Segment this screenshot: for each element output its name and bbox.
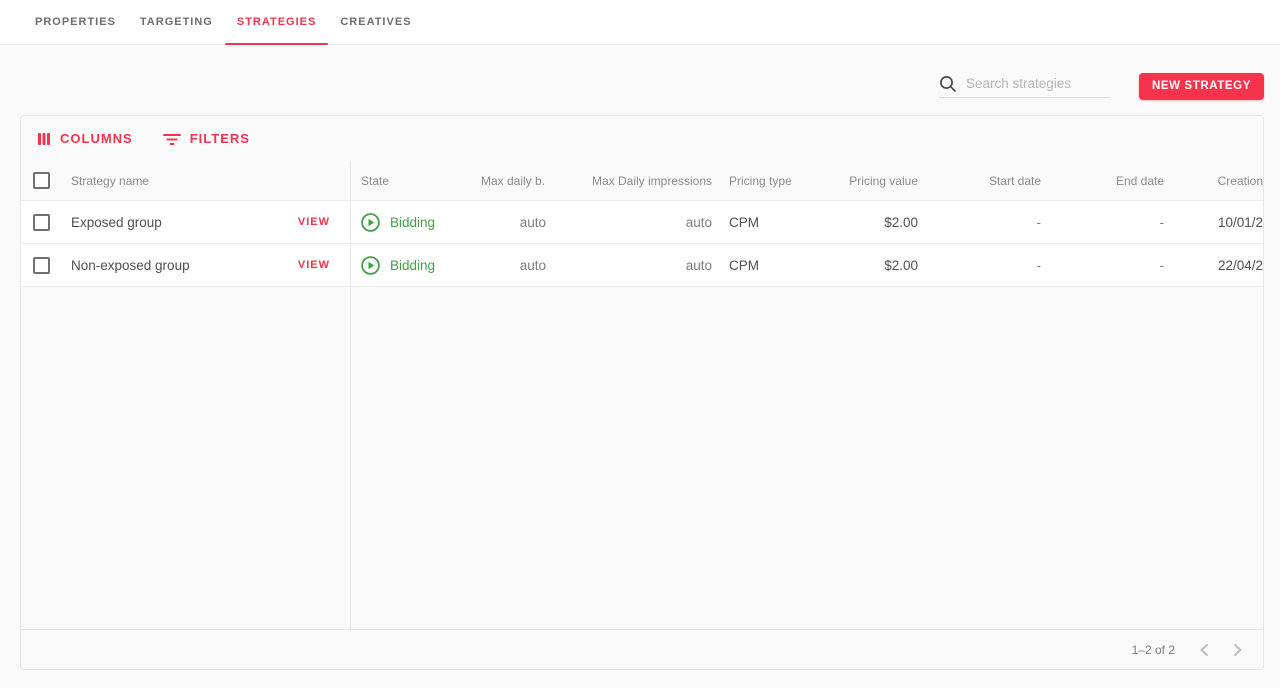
search-box[interactable] [939, 75, 1111, 98]
end-date-value: - [1041, 215, 1164, 230]
header-strategy-name[interactable]: Strategy name [71, 174, 350, 188]
tab-strategies[interactable]: STRATEGIES [225, 0, 328, 44]
top-tab-bar: PROPERTIES TARGETING STRATEGIES CREATIVE… [0, 0, 1280, 45]
start-date-value: - [918, 258, 1041, 273]
end-date-value: - [1041, 258, 1164, 273]
strategies-card: COLUMNS FILTERS Strategy name State Max … [20, 115, 1264, 670]
columns-label: COLUMNS [60, 131, 133, 146]
row-checkbox[interactable] [33, 214, 50, 231]
columns-icon [37, 132, 51, 146]
previous-page-button[interactable] [1199, 643, 1209, 657]
strategy-name: Exposed group [71, 215, 298, 230]
actions-row: NEW STRATEGY [20, 72, 1264, 100]
pricing-type-value: CPM [712, 215, 811, 230]
creation-date-value: 10/01/2 [1164, 215, 1263, 230]
play-circle-icon [361, 213, 380, 232]
pricing-value: $2.00 [811, 215, 918, 230]
row-checkbox[interactable] [33, 257, 50, 274]
chevron-right-icon [1233, 643, 1243, 657]
max-daily-impressions-value: auto [546, 258, 712, 273]
select-all-checkbox[interactable] [33, 172, 50, 189]
start-date-value: - [918, 215, 1041, 230]
strategy-name: Non-exposed group [71, 258, 298, 273]
table-toolbar: COLUMNS FILTERS [21, 116, 1263, 161]
pricing-type-value: CPM [712, 258, 811, 273]
tab-properties[interactable]: PROPERTIES [23, 0, 128, 44]
next-page-button[interactable] [1233, 643, 1243, 657]
header-pricing-value[interactable]: Pricing value [811, 174, 918, 188]
search-input[interactable] [966, 76, 1111, 91]
max-daily-budget-value: auto [481, 258, 546, 273]
filter-icon [163, 132, 181, 146]
chevron-left-icon [1199, 643, 1209, 657]
view-link[interactable]: VIEW [298, 259, 330, 271]
header-max-daily-budget[interactable]: Max daily b... [481, 174, 546, 188]
header-start-date[interactable]: Start date [918, 174, 1041, 188]
max-daily-impressions-value: auto [546, 215, 712, 230]
tab-targeting[interactable]: TARGETING [128, 0, 225, 44]
table-header-row: Strategy name State Max daily b... Max D… [21, 161, 1263, 201]
header-pricing-type[interactable]: Pricing type [712, 174, 811, 188]
tab-creatives[interactable]: CREATIVES [328, 0, 423, 44]
header-state[interactable]: State [351, 174, 481, 188]
table-row: Non-exposed group VIEW Bidding auto auto… [21, 244, 1263, 287]
pagination-range: 1–2 of 2 [1132, 643, 1175, 657]
header-end-date[interactable]: End date [1041, 174, 1164, 188]
search-icon [939, 75, 957, 93]
header-creation-date[interactable]: Creation [1164, 174, 1263, 188]
play-circle-icon [361, 256, 380, 275]
pagination-bar: 1–2 of 2 [21, 629, 1263, 669]
view-link[interactable]: VIEW [298, 216, 330, 228]
table-empty-area [21, 287, 1263, 629]
max-daily-budget-value: auto [481, 215, 546, 230]
filters-button[interactable]: FILTERS [163, 131, 250, 146]
pricing-value: $2.00 [811, 258, 918, 273]
columns-button[interactable]: COLUMNS [37, 131, 133, 146]
state-badge: Bidding [390, 215, 435, 230]
new-strategy-button[interactable]: NEW STRATEGY [1139, 73, 1264, 100]
filters-label: FILTERS [190, 131, 250, 146]
table-row: Exposed group VIEW Bidding auto auto CPM… [21, 201, 1263, 244]
header-max-daily-impressions[interactable]: Max Daily impressions [546, 174, 712, 188]
state-badge: Bidding [390, 258, 435, 273]
creation-date-value: 22/04/2 [1164, 258, 1263, 273]
